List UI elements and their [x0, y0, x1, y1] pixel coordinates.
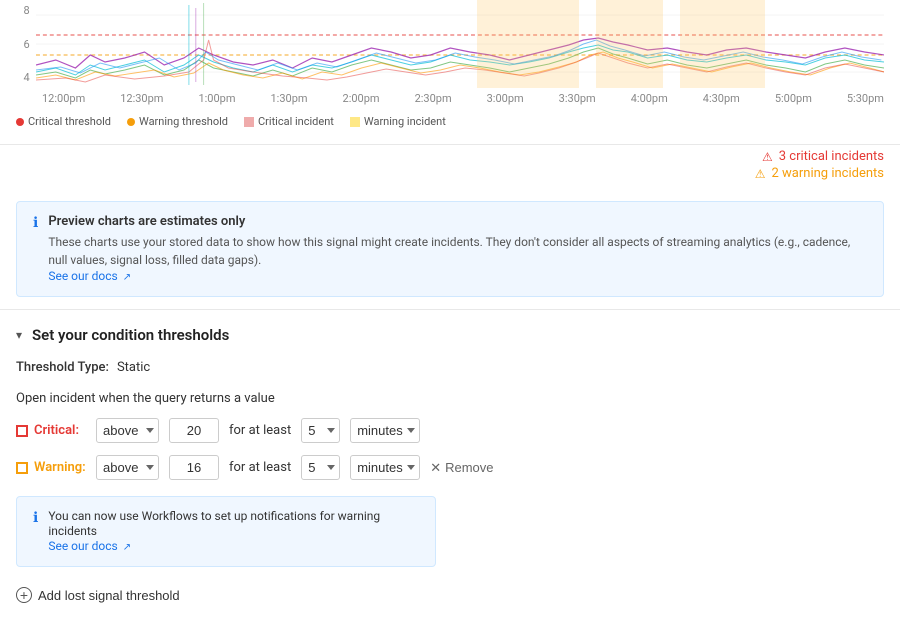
workflow-info-icon: ℹ — [33, 510, 38, 554]
remove-warning-button[interactable]: ✕ Remove — [430, 460, 493, 476]
critical-for-text: for at least — [229, 423, 291, 438]
preview-banner-title: Preview charts are estimates only — [48, 214, 867, 229]
time-label-1: 12:30pm — [120, 92, 163, 105]
warning-for-text: for at least — [229, 460, 291, 475]
legend-warning-threshold-label: Warning threshold — [139, 115, 228, 128]
time-label-9: 4:30pm — [703, 92, 740, 105]
time-label-5: 2:30pm — [415, 92, 452, 105]
warning-value-input[interactable] — [169, 455, 219, 480]
legend-warning-incident: Warning incident — [350, 115, 446, 128]
critical-threshold-row: Critical: above below equals for at leas… — [16, 418, 884, 443]
chart-canvas — [36, 0, 884, 88]
critical-operator-select[interactable]: above below equals — [96, 418, 159, 443]
preview-docs-link[interactable]: See our docs ↗ — [48, 269, 131, 283]
critical-unit-select[interactable]: minutes hours — [350, 418, 420, 443]
section-header: ▾ Set your condition thresholds — [16, 326, 884, 344]
workflow-banner-content: You can now use Workflows to set up noti… — [48, 509, 419, 554]
time-label-11: 5:30pm — [847, 92, 884, 105]
legend-critical-threshold-label: Critical threshold — [28, 115, 111, 128]
plus-circle-icon: + — [16, 587, 32, 603]
info-icon: ℹ — [33, 215, 38, 284]
critical-label: Critical: — [34, 423, 79, 438]
threshold-type-value: Static — [117, 360, 150, 375]
threshold-type-row: Threshold Type: Static — [16, 360, 884, 375]
critical-incident-count: ⚠ 3 critical incidents — [762, 149, 884, 164]
time-label-6: 3:00pm — [487, 92, 524, 105]
y-label-8: 8 — [16, 4, 30, 17]
preview-banner-desc: These charts use your stored data to sho… — [48, 233, 867, 269]
warning-count-label: 2 warning incidents — [772, 166, 885, 181]
time-label-10: 5:00pm — [775, 92, 812, 105]
threshold-rows: Critical: above below equals for at leas… — [16, 418, 884, 480]
critical-icon: ⚠ — [762, 150, 773, 164]
time-label-2: 1:00pm — [198, 92, 235, 105]
workflow-external-icon: ↗ — [123, 542, 131, 553]
warning-threshold-dot — [127, 118, 135, 126]
y-label-6: 6 — [16, 38, 30, 51]
section-title: Set your condition thresholds — [32, 326, 229, 344]
critical-threshold-dot — [16, 118, 24, 126]
incident-counts: ⚠ 3 critical incidents ⚠ 2 warning incid… — [0, 145, 900, 189]
warning-incident-square — [350, 117, 360, 127]
critical-badge: Critical: — [16, 423, 86, 438]
legend-warning-threshold: Warning threshold — [127, 115, 228, 128]
warning-unit-select[interactable]: minutes hours — [350, 455, 420, 480]
y-label-4: 4 — [16, 71, 30, 84]
time-axis: 12:00pm 12:30pm 1:00pm 1:30pm 2:00pm 2:3… — [42, 88, 884, 109]
warning-badge-icon — [16, 462, 28, 474]
time-label-7: 3:30pm — [559, 92, 596, 105]
legend-critical-incident: Critical incident — [244, 115, 334, 128]
critical-duration-select[interactable]: 5 10 15 — [301, 418, 340, 443]
external-link-icon: ↗ — [123, 272, 131, 283]
legend-critical-threshold: Critical threshold — [16, 115, 111, 128]
time-label-8: 4:00pm — [631, 92, 668, 105]
warning-badge: Warning: — [16, 460, 86, 475]
critical-value-input[interactable] — [169, 418, 219, 443]
remove-x-icon: ✕ — [430, 460, 441, 476]
add-threshold-label: Add lost signal threshold — [38, 588, 180, 603]
time-label-0: 12:00pm — [42, 92, 85, 105]
legend-critical-incident-label: Critical incident — [258, 115, 334, 128]
warning-label: Warning: — [34, 460, 86, 475]
chart-legend: Critical threshold Warning threshold Cri… — [16, 109, 884, 136]
condition-section: ▾ Set your condition thresholds Threshol… — [0, 309, 900, 623]
legend-warning-incident-label: Warning incident — [364, 115, 446, 128]
preview-banner: ℹ Preview charts are estimates only Thes… — [16, 201, 884, 297]
threshold-type-label: Threshold Type: — [16, 360, 109, 375]
chevron-icon[interactable]: ▾ — [16, 328, 22, 342]
workflow-banner: ℹ You can now use Workflows to set up no… — [16, 496, 436, 567]
warning-threshold-row: Warning: above below equals for at least… — [16, 455, 884, 480]
preview-banner-content: Preview charts are estimates only These … — [48, 214, 867, 284]
critical-badge-icon — [16, 425, 28, 437]
time-label-3: 1:30pm — [270, 92, 307, 105]
open-incident-label: Open incident when the query returns a v… — [16, 391, 884, 406]
warning-icon: ⚠ — [755, 167, 766, 181]
time-label-4: 2:00pm — [343, 92, 380, 105]
workflow-docs-link[interactable]: See our docs ↗ — [48, 539, 131, 553]
workflow-banner-text: You can now use Workflows to set up noti… — [48, 509, 380, 538]
critical-incident-square — [244, 117, 254, 127]
warning-duration-select[interactable]: 5 10 15 — [301, 455, 340, 480]
warning-incident-count: ⚠ 2 warning incidents — [755, 166, 884, 181]
warning-operator-select[interactable]: above below equals — [96, 455, 159, 480]
chart-section: 8 6 4 — [0, 0, 900, 145]
add-threshold-button[interactable]: + Add lost signal threshold — [16, 583, 180, 607]
critical-count-label: 3 critical incidents — [779, 149, 884, 164]
